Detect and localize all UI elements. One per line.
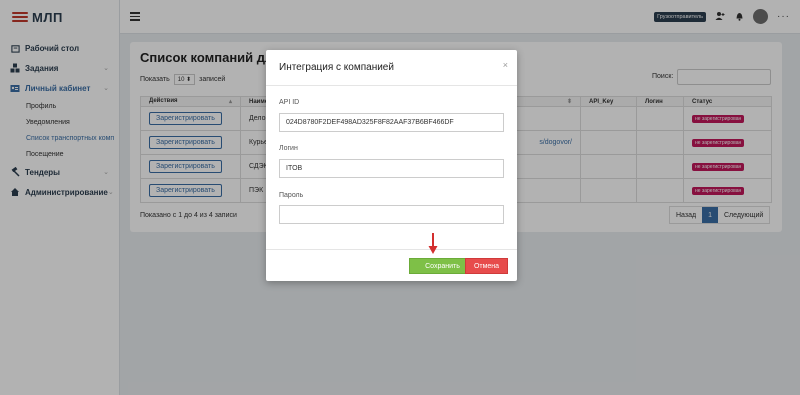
integration-modal: Интеграция с компанией × API ID Логин Па… — [266, 50, 517, 281]
login-label: Логин — [279, 145, 298, 152]
password-field[interactable] — [279, 205, 504, 224]
arrow-down-icon — [428, 233, 438, 254]
api-id-label: API ID — [279, 99, 300, 106]
password-label: Пароль — [279, 192, 304, 199]
modal-header: Интеграция с компанией — [266, 50, 517, 86]
close-icon[interactable]: × — [503, 60, 508, 70]
login-field[interactable] — [279, 159, 504, 178]
modal-footer: Сохранить Отмена — [266, 249, 517, 281]
modal-title: Интеграция с компанией — [279, 62, 394, 73]
api-id-field[interactable] — [279, 113, 504, 132]
cancel-button[interactable]: Отмена — [465, 258, 508, 274]
